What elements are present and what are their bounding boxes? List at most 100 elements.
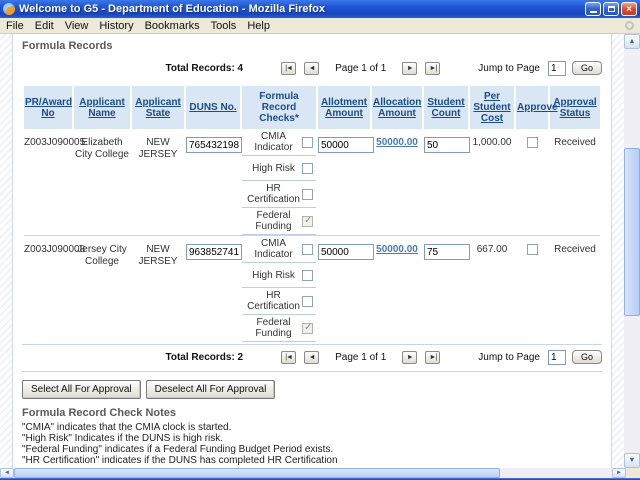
prev-page-button[interactable]: ◄: [304, 351, 319, 364]
allocation-amount-link[interactable]: 50000.00: [376, 244, 418, 255]
approve-checkbox[interactable]: [527, 137, 538, 148]
col-duns-no[interactable]: DUNS No.: [186, 86, 240, 129]
horizontal-scrollbar[interactable]: ◄ ►: [0, 468, 640, 478]
go-button[interactable]: Go: [572, 350, 602, 364]
prev-page-button[interactable]: ◄: [304, 62, 319, 75]
last-page-button[interactable]: ►|: [425, 62, 440, 75]
prev-page-icon: ◄: [309, 354, 315, 361]
col-pr-award[interactable]: PR/Award No: [24, 86, 72, 129]
student-count-input[interactable]: [424, 137, 470, 153]
approval-status-value: Received: [550, 129, 600, 235]
table-row: Z003J090008 Jersey City College NEW JERS…: [24, 236, 600, 342]
approve-checkbox[interactable]: [527, 244, 538, 255]
student-count-input[interactable]: [424, 244, 470, 260]
menu-view[interactable]: View: [65, 20, 89, 32]
jump-to-page-input[interactable]: [548, 61, 566, 76]
approval-status-value: Received: [550, 236, 600, 342]
check-row: Federal Funding: [242, 208, 316, 235]
notes-heading: Formula Record Check Notes: [22, 407, 602, 419]
hr-certification-checkbox[interactable]: [302, 296, 313, 307]
first-page-button[interactable]: |◄: [281, 351, 296, 364]
deselect-all-for-approval-button[interactable]: Deselect All For Approval: [146, 380, 276, 399]
vertical-scroll-thumb[interactable]: [624, 148, 640, 316]
minimize-button[interactable]: [585, 2, 601, 16]
check-row: High Risk: [242, 156, 316, 181]
total-records-label: Total Records: 4: [166, 63, 244, 74]
horizontal-scroll-thumb[interactable]: [14, 468, 500, 478]
next-page-button[interactable]: ►: [402, 62, 417, 75]
formula-records-table: PR/Award No Applicant Name Applicant Sta…: [22, 86, 602, 342]
page-content: Formula Records Total Records: 4 |◄ ◄ Pa…: [12, 34, 612, 468]
menu-file[interactable]: File: [6, 20, 24, 32]
col-allocation-amount[interactable]: Allocation Amount: [372, 86, 422, 129]
go-button[interactable]: Go: [572, 61, 602, 75]
check-row: CMIA Indicator: [242, 236, 316, 263]
federal-funding-checkbox[interactable]: [302, 216, 313, 227]
check-row: High Risk: [242, 263, 316, 288]
col-formula-record-checks: Formula Record Checks*: [242, 86, 316, 129]
jump-to-page-label: Jump to Page: [478, 63, 540, 74]
table-row: Z003J090005 Elizabeth City College NEW J…: [24, 129, 600, 235]
high-risk-checkbox[interactable]: [302, 163, 313, 174]
duns-input[interactable]: [186, 244, 242, 260]
first-page-icon: |◄: [285, 65, 292, 72]
hr-certification-checkbox[interactable]: [302, 189, 313, 200]
table-header-row: PR/Award No Applicant Name Applicant Sta…: [24, 86, 600, 129]
note-line: "Federal Funding" indicates if a Federal…: [22, 445, 602, 455]
note-line: "High Risk" Indicates if the DUNS is hig…: [22, 434, 602, 444]
scroll-up-button[interactable]: ▲: [624, 34, 640, 49]
close-icon: ×: [626, 4, 632, 15]
col-applicant-name[interactable]: Applicant Name: [74, 86, 130, 129]
applicant-state-value: NEW JERSEY: [132, 129, 184, 235]
check-label: CMIA Indicator: [245, 131, 302, 153]
check-row: HR Certification: [242, 288, 316, 315]
check-label: High Risk: [245, 163, 302, 174]
check-row: Federal Funding: [242, 315, 316, 342]
scroll-down-button[interactable]: ▼: [624, 453, 640, 468]
applicant-state-value: NEW JERSEY: [132, 236, 184, 342]
approval-actions: Select All For Approval Deselect All For…: [22, 380, 602, 399]
jump-to-page-input[interactable]: [548, 350, 566, 365]
menu-edit[interactable]: Edit: [35, 20, 54, 32]
col-allotment-amount[interactable]: Allotment Amount: [318, 86, 370, 129]
duns-input[interactable]: [186, 137, 242, 153]
federal-funding-checkbox[interactable]: [302, 323, 313, 334]
vertical-scrollbar[interactable]: ▲ ▼: [624, 34, 640, 468]
menu-help[interactable]: Help: [247, 20, 270, 32]
note-line: "HR Certification" indicates if the DUNS…: [22, 456, 602, 466]
scrollbar-corner: [626, 468, 640, 478]
page-indicator: Page 1 of 1: [335, 352, 386, 363]
high-risk-checkbox[interactable]: [302, 270, 313, 281]
next-page-button[interactable]: ►: [402, 351, 417, 364]
allocation-amount-link[interactable]: 50000.00: [376, 137, 418, 148]
col-approve[interactable]: Approve: [516, 86, 548, 129]
firefox-icon: [3, 3, 15, 15]
restore-button[interactable]: [603, 2, 619, 16]
close-button[interactable]: ×: [621, 2, 637, 16]
menu-history[interactable]: History: [99, 20, 133, 32]
notes-block: "CMIA" indicates that the CMIA clock is …: [22, 423, 602, 466]
check-label: CMIA Indicator: [245, 238, 302, 260]
cmia-checkbox[interactable]: [302, 137, 313, 148]
restore-icon: [608, 6, 615, 12]
col-student-count[interactable]: Student Count: [424, 86, 468, 129]
next-page-icon: ►: [407, 354, 413, 361]
title-bar: Welcome to G5 - Department of Education …: [0, 0, 640, 18]
col-per-student-cost[interactable]: Per Student Cost: [470, 86, 514, 129]
scroll-left-button[interactable]: ◄: [0, 468, 14, 478]
jump-to-page-label: Jump to Page: [478, 352, 540, 363]
bottom-pagination: Total Records: 2 |◄ ◄ Page 1 of 1 ► ►| J…: [22, 344, 602, 372]
menu-bar: File Edit View History Bookmarks Tools H…: [0, 18, 640, 34]
last-page-icon: ►|: [429, 65, 436, 72]
menu-tools[interactable]: Tools: [211, 20, 237, 32]
col-applicant-state[interactable]: Applicant State: [132, 86, 184, 129]
allotment-amount-input[interactable]: [318, 244, 374, 260]
cmia-checkbox[interactable]: [302, 244, 313, 255]
menu-bookmarks[interactable]: Bookmarks: [145, 20, 200, 32]
check-row: HR Certification: [242, 181, 316, 208]
allotment-amount-input[interactable]: [318, 137, 374, 153]
select-all-for-approval-button[interactable]: Select All For Approval: [22, 380, 141, 399]
first-page-button[interactable]: |◄: [281, 62, 296, 75]
last-page-button[interactable]: ►|: [425, 351, 440, 364]
scroll-right-button[interactable]: ►: [612, 468, 626, 478]
